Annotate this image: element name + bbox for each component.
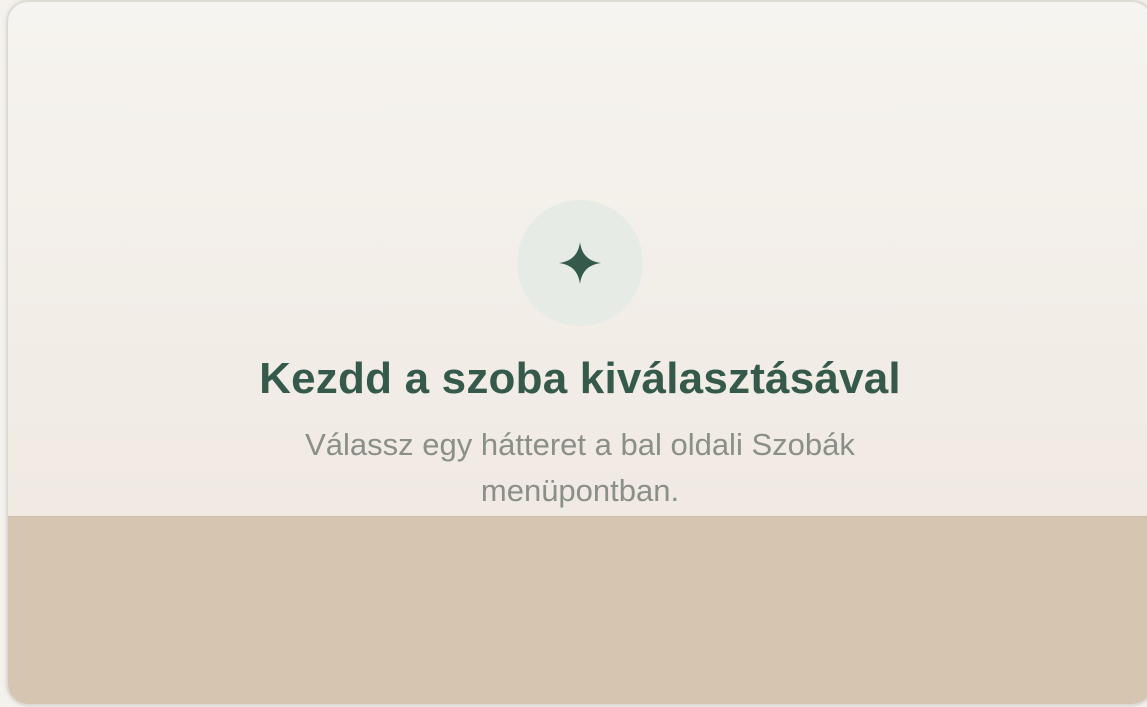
floor-area [8, 516, 1147, 704]
sparkle-icon [559, 242, 601, 284]
empty-state-title: Kezdd a szoba kiválasztásával [259, 354, 901, 403]
empty-state: Kezdd a szoba kiválasztásával Válassz eg… [8, 200, 1147, 514]
empty-state-icon-badge [517, 200, 643, 326]
room-preview-canvas: Kezdd a szoba kiválasztásával Válassz eg… [6, 0, 1147, 706]
empty-state-subtitle: Válassz egy hátteret a bal oldali Szobák… [305, 427, 855, 508]
